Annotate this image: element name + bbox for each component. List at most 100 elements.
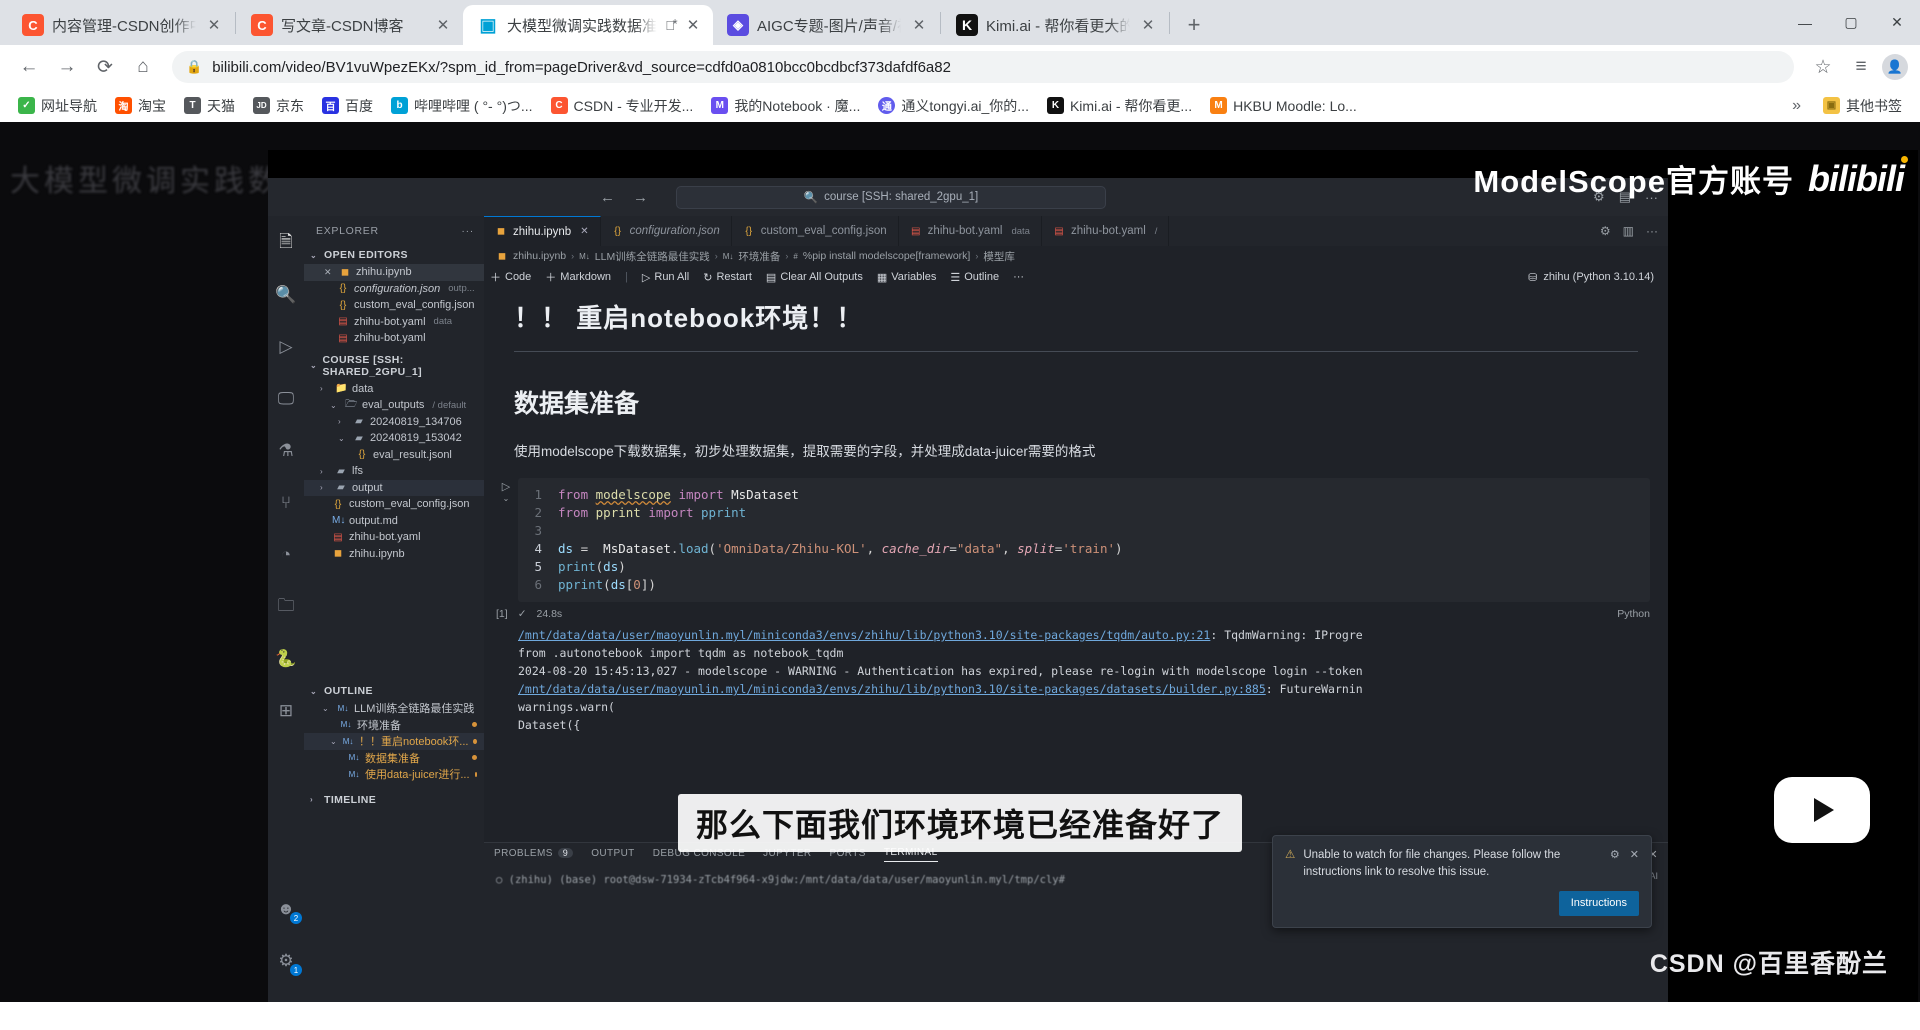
- back-button[interactable]: ←: [12, 50, 46, 84]
- outline-item-2[interactable]: ⌄ M↓ ！！重启notebook环...: [304, 733, 484, 750]
- editor-tab-custom-eval-config-json[interactable]: {} custom_eval_config.json: [732, 216, 899, 246]
- outline-item-1[interactable]: M↓ 环境准备: [304, 717, 484, 734]
- outline-button[interactable]: ☰ Outline: [950, 271, 999, 284]
- breadcrumb-file[interactable]: zhihu.ipynb: [513, 250, 566, 262]
- browser-tab-0[interactable]: C 内容管理-CSDN创作中心 ✕: [8, 5, 234, 45]
- tree-item-zhihu-bot-yaml[interactable]: ▤ zhihu-bot.yaml: [304, 529, 484, 546]
- add-code-cell-button[interactable]: ＋ Code: [490, 269, 531, 285]
- source-control-icon[interactable]: ⑂: [273, 490, 299, 516]
- open-editor-item-3[interactable]: ▤ zhihu-bot.yaml data: [304, 314, 484, 331]
- bookmark-5[interactable]: b 哔哩哔哩 ( °- °)つ...: [383, 92, 541, 120]
- minimize-button[interactable]: —: [1782, 0, 1828, 45]
- play-badge-icon[interactable]: [1774, 777, 1870, 843]
- browser-tab-1[interactable]: C 写文章-CSDN博客 ✕: [237, 5, 463, 45]
- instructions-button[interactable]: Instructions: [1558, 891, 1639, 916]
- tree-item-20240819-134706[interactable]: › ▰ 20240819_134706: [304, 414, 484, 431]
- breadcrumb-section-4[interactable]: 模型库: [983, 249, 1015, 264]
- clear-all-outputs-button[interactable]: ▤ Clear All Outputs: [766, 271, 863, 284]
- tree-item-output-md[interactable]: M↓ output.md: [304, 513, 484, 530]
- close-icon[interactable]: ✕: [580, 226, 588, 237]
- bookmark-1[interactable]: 淘 淘宝: [107, 92, 174, 120]
- cell-language-label[interactable]: Python: [1617, 608, 1650, 620]
- tab-close-icon[interactable]: ✕: [204, 15, 224, 35]
- breadcrumb-section-1[interactable]: LLM训练全链路最佳实践: [595, 249, 710, 264]
- panel-tab-problems[interactable]: PROBLEMS 9: [494, 847, 574, 862]
- bookmark-9[interactable]: K Kimi.ai - 帮你看更...: [1039, 92, 1200, 120]
- bookmark-10[interactable]: M HKBU Moodle: Lo...: [1202, 93, 1365, 118]
- bookmark-3[interactable]: JD 京东: [245, 92, 312, 120]
- editor-tab-zhihu-bot-yaml-data[interactable]: ▤ zhihu-bot.yaml data: [899, 216, 1042, 246]
- breadcrumb-section-2[interactable]: 环境准备: [738, 249, 780, 264]
- reload-button[interactable]: ⟳: [88, 50, 122, 84]
- browser-tab-3[interactable]: ◈ AIGC专题-图片/声音/视频/Agen ✕: [713, 5, 939, 45]
- editor-tab-zhihu-ipynb[interactable]: ◼ zhihu.ipynb ✕: [484, 216, 601, 246]
- reading-list-icon[interactable]: ≡: [1844, 50, 1878, 84]
- forward-button[interactable]: →: [50, 50, 84, 84]
- code-editor[interactable]: 1 from modelscope import MsDataset 2 fro…: [518, 478, 1650, 602]
- outline-item-3[interactable]: M↓ 数据集准备: [304, 750, 484, 767]
- panel-tab-output[interactable]: OUTPUT: [591, 848, 635, 862]
- tree-item-output[interactable]: › ▰ output: [304, 479, 484, 496]
- run-all-button[interactable]: ▷ Run All: [642, 271, 689, 284]
- kernel-picker[interactable]: ⛁ zhihu (Python 3.10.14): [1528, 271, 1668, 284]
- open-editor-item-0[interactable]: ✕ ◼ zhihu.ipynb: [304, 264, 484, 281]
- notebook-more-icon[interactable]: ···: [1013, 271, 1024, 283]
- split-editor-icon[interactable]: ▥: [1623, 224, 1634, 238]
- remote-explorer-icon[interactable]: 🖵: [273, 386, 299, 412]
- video-player[interactable]: 大模型微调实践数据准备/清洗 ← → 🔍 course [SSH: shared…: [0, 122, 1920, 1002]
- run-debug-icon[interactable]: ▷: [273, 334, 299, 360]
- outline-item-4[interactable]: M↓ 使用data-juicer进行...: [304, 766, 484, 783]
- tree-item-eval-outputs[interactable]: ⌄ 🗁 eval_outputs / default: [304, 397, 484, 414]
- explorer-more-icon[interactable]: ···: [461, 225, 474, 237]
- tab-close-icon[interactable]: ✕: [909, 15, 929, 35]
- tree-item-data[interactable]: › 📁 data: [304, 381, 484, 398]
- command-center[interactable]: 🔍 course [SSH: shared_2gpu_1]: [676, 185, 1106, 209]
- tab-close-icon[interactable]: ✕: [433, 15, 453, 35]
- more-actions-icon[interactable]: ···: [1646, 224, 1658, 238]
- accounts-icon[interactable]: ☻ 2: [273, 896, 302, 924]
- other-bookmarks-button[interactable]: ▣ 其他书签: [1815, 92, 1910, 120]
- folder-icon[interactable]: 🗀: [273, 594, 299, 620]
- settings-gear-icon[interactable]: ⚙ 1: [273, 948, 302, 976]
- code-cell[interactable]: ▷ ⌄ 1 from modelscope import MsDataset 2…: [494, 478, 1668, 602]
- tree-item-lfs[interactable]: › ▰ lfs: [304, 463, 484, 480]
- editor-tab-configuration-json[interactable]: {} configuration.json: [601, 216, 732, 246]
- bookmark-star-icon[interactable]: ☆: [1806, 50, 1840, 84]
- section-outline[interactable]: ⌄ OUTLINE: [304, 682, 484, 700]
- output-link[interactable]: /mnt/data/data/user/maoyunlin.myl/minico…: [518, 628, 1210, 642]
- tree-item-20240819-153042[interactable]: ⌄ ▰ 20240819_153042: [304, 430, 484, 447]
- bookmark-2[interactable]: T 天猫: [176, 92, 243, 120]
- jupyter-icon[interactable]: ◔: [273, 542, 299, 568]
- outline-item-0[interactable]: ⌄ M↓ LLM训练全链路最佳实践: [304, 700, 484, 717]
- extensions-icon[interactable]: ⊞: [273, 698, 299, 724]
- vscode-forward-icon[interactable]: →: [633, 189, 648, 206]
- gear-icon[interactable]: ⚙: [1610, 847, 1620, 881]
- bookmark-0[interactable]: ✓ 网址导航: [10, 92, 105, 120]
- editor-tab-zhihu-bot-yaml-root[interactable]: ▤ zhihu-bot.yaml /: [1042, 216, 1170, 246]
- variables-button[interactable]: ▦ Variables: [877, 271, 936, 284]
- section-timeline[interactable]: › TIMELINE: [304, 791, 484, 809]
- add-markdown-cell-button[interactable]: ＋ Markdown: [545, 269, 611, 285]
- section-open-editors[interactable]: ⌄ OPEN EDITORS: [304, 246, 484, 264]
- tab-close-icon[interactable]: ✕: [1138, 15, 1158, 35]
- maximize-button[interactable]: ▢: [1828, 0, 1874, 45]
- restart-kernel-button[interactable]: ↻ Restart: [703, 271, 752, 284]
- explorer-icon[interactable]: 🗎: [273, 230, 299, 256]
- bookmark-6[interactable]: C CSDN - 专业开发...: [543, 92, 702, 120]
- close-window-button[interactable]: ✕: [1874, 0, 1920, 45]
- bookmark-7[interactable]: M 我的Notebook · 魔...: [703, 92, 868, 120]
- notification-toast[interactable]: ⚠ Unable to watch for file changes. Plea…: [1272, 835, 1652, 928]
- bookmark-4[interactable]: 百 百度: [314, 92, 381, 120]
- search-icon[interactable]: 🔍: [273, 282, 299, 308]
- close-icon[interactable]: ✕: [324, 267, 334, 278]
- home-button[interactable]: ⌂: [126, 50, 160, 84]
- open-editor-item-4[interactable]: ▤ zhihu-bot.yaml: [304, 330, 484, 347]
- run-cell-button[interactable]: ▷: [502, 480, 510, 493]
- tab-close-icon[interactable]: ✕: [683, 15, 703, 35]
- profile-avatar[interactable]: 👤: [1882, 54, 1908, 80]
- section-workspace-folder[interactable]: ⌄ COURSE [SSH: SHARED_2GPU_1]: [304, 351, 484, 381]
- settings-gear-icon[interactable]: ⚙: [1600, 224, 1611, 238]
- new-tab-button[interactable]: +: [1177, 8, 1211, 42]
- tree-item-eval-result[interactable]: {} eval_result.jsonl: [304, 447, 484, 464]
- browser-tab-4[interactable]: K Kimi.ai - 帮你看更大的世界 ✕: [942, 5, 1168, 45]
